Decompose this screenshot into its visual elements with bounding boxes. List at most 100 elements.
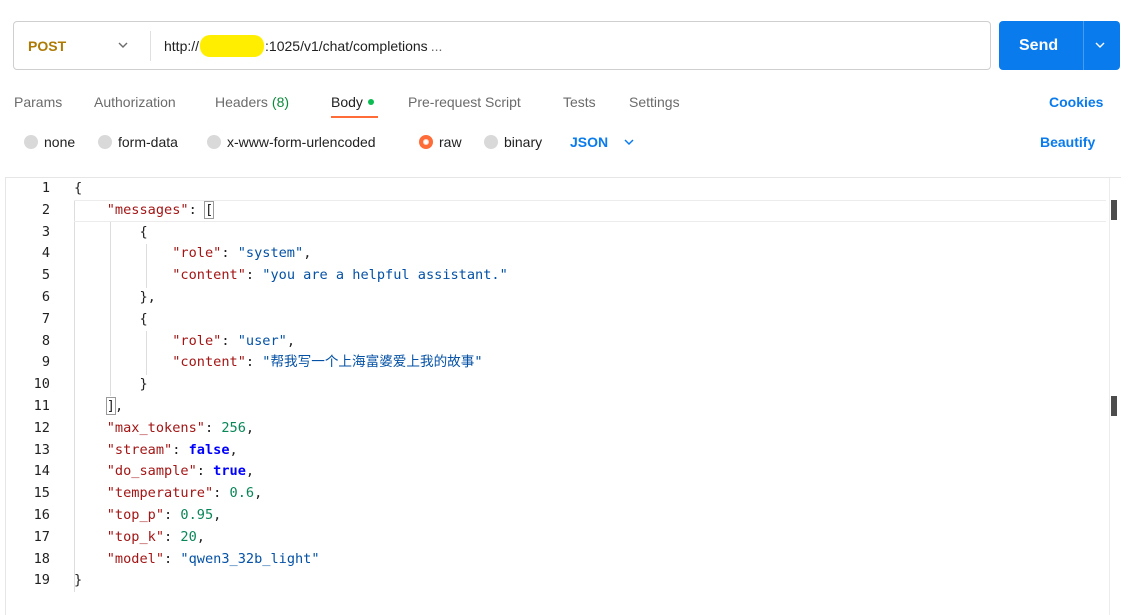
bracket-marker-top <box>1111 200 1117 220</box>
radio-icon[interactable] <box>98 135 112 149</box>
line-number: 8 <box>41 332 50 349</box>
tab-label: Body <box>331 94 363 110</box>
json-key: "temperature" <box>106 485 214 502</box>
send-divider <box>1083 21 1084 70</box>
body-option-urlencoded[interactable]: x-www-form-urlencoded <box>207 130 376 154</box>
json-string: "user" <box>237 332 287 349</box>
code-line: 15 "temperature": 0.6, <box>6 483 1106 505</box>
code-line: 19} <box>6 570 1106 592</box>
cookies-link[interactable]: Cookies <box>1049 86 1103 118</box>
url-prefix: http:// <box>164 37 200 54</box>
radio-icon[interactable] <box>484 135 498 149</box>
line-number: 12 <box>33 419 50 436</box>
tab-label: Settings <box>629 94 680 110</box>
body-option-form-data[interactable]: form-data <box>98 130 178 154</box>
line-number: 15 <box>33 485 50 502</box>
tab-headers[interactable]: Headers (8) <box>215 86 289 118</box>
json-number: 0.6 <box>229 485 255 502</box>
radio-selected-icon[interactable] <box>419 135 433 149</box>
line-number: 11 <box>33 398 50 414</box>
line-number: 14 <box>33 463 50 480</box>
code-text: { <box>74 223 148 240</box>
code-text: { <box>74 310 148 327</box>
method-label: POST <box>28 37 67 54</box>
tab-label: Headers <box>215 94 268 110</box>
code-text: "stream": false, <box>106 441 238 458</box>
tab-params[interactable]: Params <box>14 86 62 118</box>
divider <box>150 31 151 61</box>
code-line: 4 "role": "system", <box>6 243 1106 265</box>
line-number: 10 <box>33 376 50 393</box>
json-key: "model" <box>106 550 165 567</box>
line-number: 1 <box>41 180 50 196</box>
code-line: 3 { <box>6 222 1106 244</box>
tab-pre-request-script[interactable]: Pre-request Script <box>408 86 521 118</box>
line-number: 3 <box>41 223 50 240</box>
chevron-down-icon <box>624 139 634 146</box>
code-line: 12 "max_tokens": 256, <box>6 418 1106 440</box>
line-number: 2 <box>41 201 50 218</box>
body-type-options: none form-data x-www-form-urlencoded raw… <box>0 130 1139 154</box>
url-suffix: :1025/v1/chat/completions <box>265 37 428 54</box>
body-option-raw[interactable]: raw <box>419 130 462 154</box>
tab-label: Pre-request Script <box>408 94 521 110</box>
json-number: 256 <box>221 419 246 436</box>
request-tabs: Params Authorization Headers (8) Body Pre… <box>0 86 1139 118</box>
code-text: "do_sample": true, <box>106 463 255 480</box>
json-string: "you are a helpful assistant." <box>262 267 508 284</box>
tab-label: Params <box>14 94 63 110</box>
json-key: "top_k" <box>106 528 165 545</box>
json-key: "content" <box>172 267 246 284</box>
json-string: "system" <box>237 245 304 262</box>
send-label: Send <box>1019 36 1059 54</box>
beautify-button[interactable]: Beautify <box>1040 130 1095 154</box>
radio-icon[interactable] <box>207 135 221 149</box>
json-number: 20 <box>180 528 197 545</box>
language-select[interactable]: JSON <box>570 130 635 154</box>
body-option-none[interactable]: none <box>24 130 75 154</box>
line-number: 17 <box>33 528 50 545</box>
method-select[interactable]: POST <box>14 22 150 69</box>
code-line: 9 "content": "帮我写一个上海富婆爱上我的故事" <box>6 352 1106 374</box>
code-text: "messages": [ <box>106 200 215 219</box>
code-text: { <box>74 180 83 196</box>
code-editor[interactable]: 1 { 2 "messages": [ 3 { 4 "role": "system… <box>5 177 1122 615</box>
line-number: 5 <box>41 267 50 284</box>
json-string: "帮我写一个上海富婆爱上我的故事" <box>262 354 483 371</box>
tab-settings[interactable]: Settings <box>629 86 680 118</box>
code-line: 17 "top_k": 20, <box>6 527 1106 549</box>
code-line: 6 }, <box>6 287 1106 309</box>
redaction-mark <box>200 34 265 57</box>
json-key: "do_sample" <box>106 463 197 480</box>
code-line: 16 "top_p": 0.95, <box>6 505 1106 527</box>
option-label: form-data <box>118 134 178 150</box>
body-option-binary[interactable]: binary <box>484 130 542 154</box>
tab-authorization[interactable]: Authorization <box>94 86 176 118</box>
code-text: "temperature": 0.6, <box>106 485 263 502</box>
json-key: "top_p" <box>106 507 165 523</box>
option-label: none <box>44 134 76 150</box>
code-text: ], <box>105 397 124 415</box>
tab-label: Authorization <box>94 94 176 110</box>
line-number: 4 <box>41 245 50 262</box>
scrollbar-thumb[interactable] <box>1111 396 1117 416</box>
code-line: 11 ], <box>6 396 1106 418</box>
code-line: 7 { <box>6 309 1106 331</box>
bracket-match: [ <box>203 200 215 219</box>
code-text: "top_p": 0.95, <box>106 507 222 523</box>
code-text: } <box>74 376 148 393</box>
send-button[interactable]: Send <box>999 21 1120 70</box>
option-label: x-www-form-urlencoded <box>227 134 376 150</box>
radio-icon[interactable] <box>24 135 38 149</box>
option-label: raw <box>439 134 462 150</box>
code-text: "top_k": 20, <box>106 528 205 545</box>
code-text: } <box>74 572 83 589</box>
json-string: "qwen3_32b_light" <box>180 550 320 567</box>
tab-body[interactable]: Body <box>331 86 374 118</box>
chevron-down-icon[interactable] <box>1094 39 1106 51</box>
json-key: "content" <box>172 354 246 371</box>
code-line: 18 "model": "qwen3_32b_light" <box>6 549 1106 571</box>
url-input[interactable]: http:// :1025/v1/chat/completions ... <box>164 22 442 69</box>
tab-tests[interactable]: Tests <box>563 86 596 118</box>
json-boolean: false <box>188 441 230 458</box>
